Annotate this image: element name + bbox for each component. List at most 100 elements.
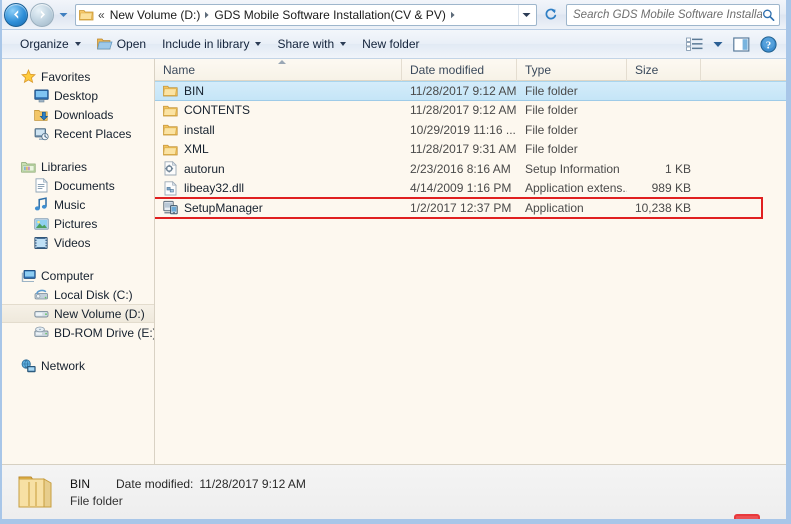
column-header-type[interactable]: Type — [517, 59, 627, 81]
sidebar-item-music[interactable]: Music — [2, 195, 154, 214]
folder-icon — [79, 8, 94, 21]
folder-large-icon — [16, 471, 58, 513]
change-view-button[interactable] — [681, 33, 708, 55]
nav-gap — [2, 143, 154, 157]
breadcrumb-overflow-icon[interactable]: « — [98, 8, 105, 22]
include-in-library-button[interactable]: Include in library — [154, 33, 269, 55]
sidebar-item-label: Local Disk (C:) — [54, 287, 133, 302]
table-row[interactable]: libeay32.dll 4/14/2009 1:16 PM Applicati… — [155, 179, 786, 199]
table-row[interactable]: SetupManager 1/2/2017 12:37 PM Applicati… — [155, 198, 786, 218]
sidebar-item-local-disk-c[interactable]: Local Disk (C:) — [2, 285, 154, 304]
file-type-cell: Application extens... — [525, 181, 627, 196]
open-button[interactable]: Open — [89, 33, 154, 55]
search-input[interactable]: Search GDS Mobile Software Installati... — [573, 9, 762, 21]
organize-button[interactable]: Organize — [12, 33, 89, 55]
navigation-pane[interactable]: Favorites Desktop Downloads Recent Place… — [2, 59, 154, 466]
share-with-button[interactable]: Share with — [269, 33, 354, 55]
open-label: Open — [116, 37, 147, 51]
drive-icon — [33, 306, 49, 322]
sidebar-item-downloads[interactable]: Downloads — [2, 105, 154, 124]
sidebar-item-label: Recent Places — [54, 126, 132, 141]
chevron-down-icon — [713, 41, 723, 47]
column-header-size[interactable]: Size — [627, 59, 701, 81]
recent-places-icon — [33, 126, 49, 142]
forward-arrow-icon — [40, 10, 45, 19]
chevron-down-icon — [255, 42, 262, 46]
new-folder-button[interactable]: New folder — [354, 33, 427, 55]
help-button[interactable]: ? — [755, 33, 782, 55]
column-header-name[interactable]: Name — [155, 59, 402, 81]
file-name-cell[interactable]: autorun — [155, 161, 402, 177]
file-name-cell[interactable]: BIN — [155, 83, 402, 99]
sidebar-item-label: Network — [41, 358, 86, 373]
sidebar-item-documents[interactable]: Documents — [2, 176, 154, 195]
file-date-cell: 4/14/2009 1:16 PM — [410, 181, 512, 196]
file-name-cell[interactable]: SetupManager — [155, 200, 402, 216]
breadcrumb[interactable]: « New Volume (D:) GDS Mobile Software In… — [75, 3, 537, 26]
sidebar-item-videos[interactable]: Videos — [2, 233, 154, 252]
file-name-label: XML — [184, 142, 209, 157]
table-row[interactable]: autorun 2/23/2016 8:16 AM Setup Informat… — [155, 159, 786, 179]
chevron-down-icon — [74, 42, 81, 46]
file-name-cell[interactable]: XML — [155, 141, 402, 157]
file-date-cell: 10/29/2019 11:16 ... — [410, 122, 516, 137]
file-type-cell: File folder — [525, 122, 578, 137]
table-row[interactable]: BIN 11/28/2017 9:12 AM File folder — [155, 81, 786, 101]
table-row[interactable]: install 10/29/2019 11:16 ... File folder — [155, 120, 786, 140]
forward-button[interactable] — [30, 2, 54, 27]
sidebar-item-label: Libraries — [41, 159, 88, 174]
music-icon — [33, 197, 49, 213]
breadcrumb-separator-last-icon[interactable] — [450, 11, 456, 19]
file-list-pane[interactable]: Name Date modified Type Size BIN 11/28/2… — [155, 59, 786, 466]
file-name-label: autorun — [184, 161, 225, 176]
file-type-cell: File folder — [525, 103, 578, 118]
breadcrumb-item-drive[interactable]: New Volume (D:) — [108, 7, 203, 23]
recent-pages-button[interactable] — [56, 3, 70, 27]
annotation-marker-corner — [734, 514, 760, 519]
file-rows[interactable]: BIN 11/28/2017 9:12 AM File folder CONTE… — [155, 81, 786, 466]
file-date-cell: 1/2/2017 12:37 PM — [410, 200, 512, 215]
sidebar-item-pictures[interactable]: Pictures — [2, 214, 154, 233]
sidebar-item-desktop[interactable]: Desktop — [2, 86, 154, 105]
file-type-cell: File folder — [525, 142, 578, 157]
column-header-date-modified[interactable]: Date modified — [402, 59, 517, 81]
file-name-cell[interactable]: libeay32.dll — [155, 180, 402, 196]
address-bar: « New Volume (D:) GDS Mobile Software In… — [2, 0, 786, 30]
breadcrumb-item-folder[interactable]: GDS Mobile Software Installation(CV & PV… — [212, 7, 447, 23]
svg-text:?: ? — [766, 39, 772, 51]
address-dropdown-button[interactable] — [518, 4, 534, 25]
details-date-modified-label: Date modified: — [116, 476, 194, 491]
back-button[interactable] — [4, 2, 28, 27]
file-date-cell: 11/28/2017 9:12 AM — [410, 103, 517, 118]
change-view-dropdown[interactable] — [708, 33, 728, 55]
search-box[interactable]: Search GDS Mobile Software Installati... — [566, 3, 780, 26]
folder-icon — [162, 102, 178, 118]
column-header-row: Name Date modified Type Size — [155, 59, 786, 81]
file-name-cell[interactable]: install — [155, 122, 402, 138]
sidebar-item-bd-rom-drive-e[interactable]: BD-ROM Drive (E:) C — [2, 323, 154, 342]
file-name-cell[interactable]: CONTENTS — [155, 102, 402, 118]
details-file-name: BIN — [70, 476, 91, 491]
preview-pane-button[interactable] — [728, 33, 755, 55]
open-folder-icon — [96, 38, 113, 49]
sidebar-item-network[interactable]: Network — [2, 356, 154, 375]
sidebar-item-label: Music — [54, 197, 86, 212]
table-row[interactable]: CONTENTS 11/28/2017 9:12 AM File folder — [155, 101, 786, 121]
sidebar-item-recent-places[interactable]: Recent Places — [2, 124, 154, 143]
refresh-button[interactable] — [540, 4, 560, 26]
file-name-label: CONTENTS — [184, 103, 250, 118]
folder-icon — [162, 141, 178, 157]
breadcrumb-separator-icon[interactable] — [204, 11, 210, 19]
sidebar-item-new-volume-d[interactable]: New Volume (D:) — [2, 304, 154, 323]
details-date-modified-value: 11/28/2017 9:12 AM — [199, 476, 306, 491]
sidebar-item-label: New Volume (D:) — [54, 306, 145, 321]
organize-label: Organize — [20, 37, 69, 51]
sidebar-item-favorites[interactable]: Favorites — [2, 67, 154, 86]
setup-info-icon — [162, 161, 178, 177]
sidebar-item-libraries[interactable]: Libraries — [2, 157, 154, 176]
file-type-cell: Application — [525, 200, 584, 215]
videos-icon — [33, 235, 49, 251]
sidebar-item-computer[interactable]: Computer — [2, 266, 154, 285]
search-icon[interactable] — [762, 8, 775, 22]
table-row[interactable]: XML 11/28/2017 9:31 AM File folder — [155, 140, 786, 160]
